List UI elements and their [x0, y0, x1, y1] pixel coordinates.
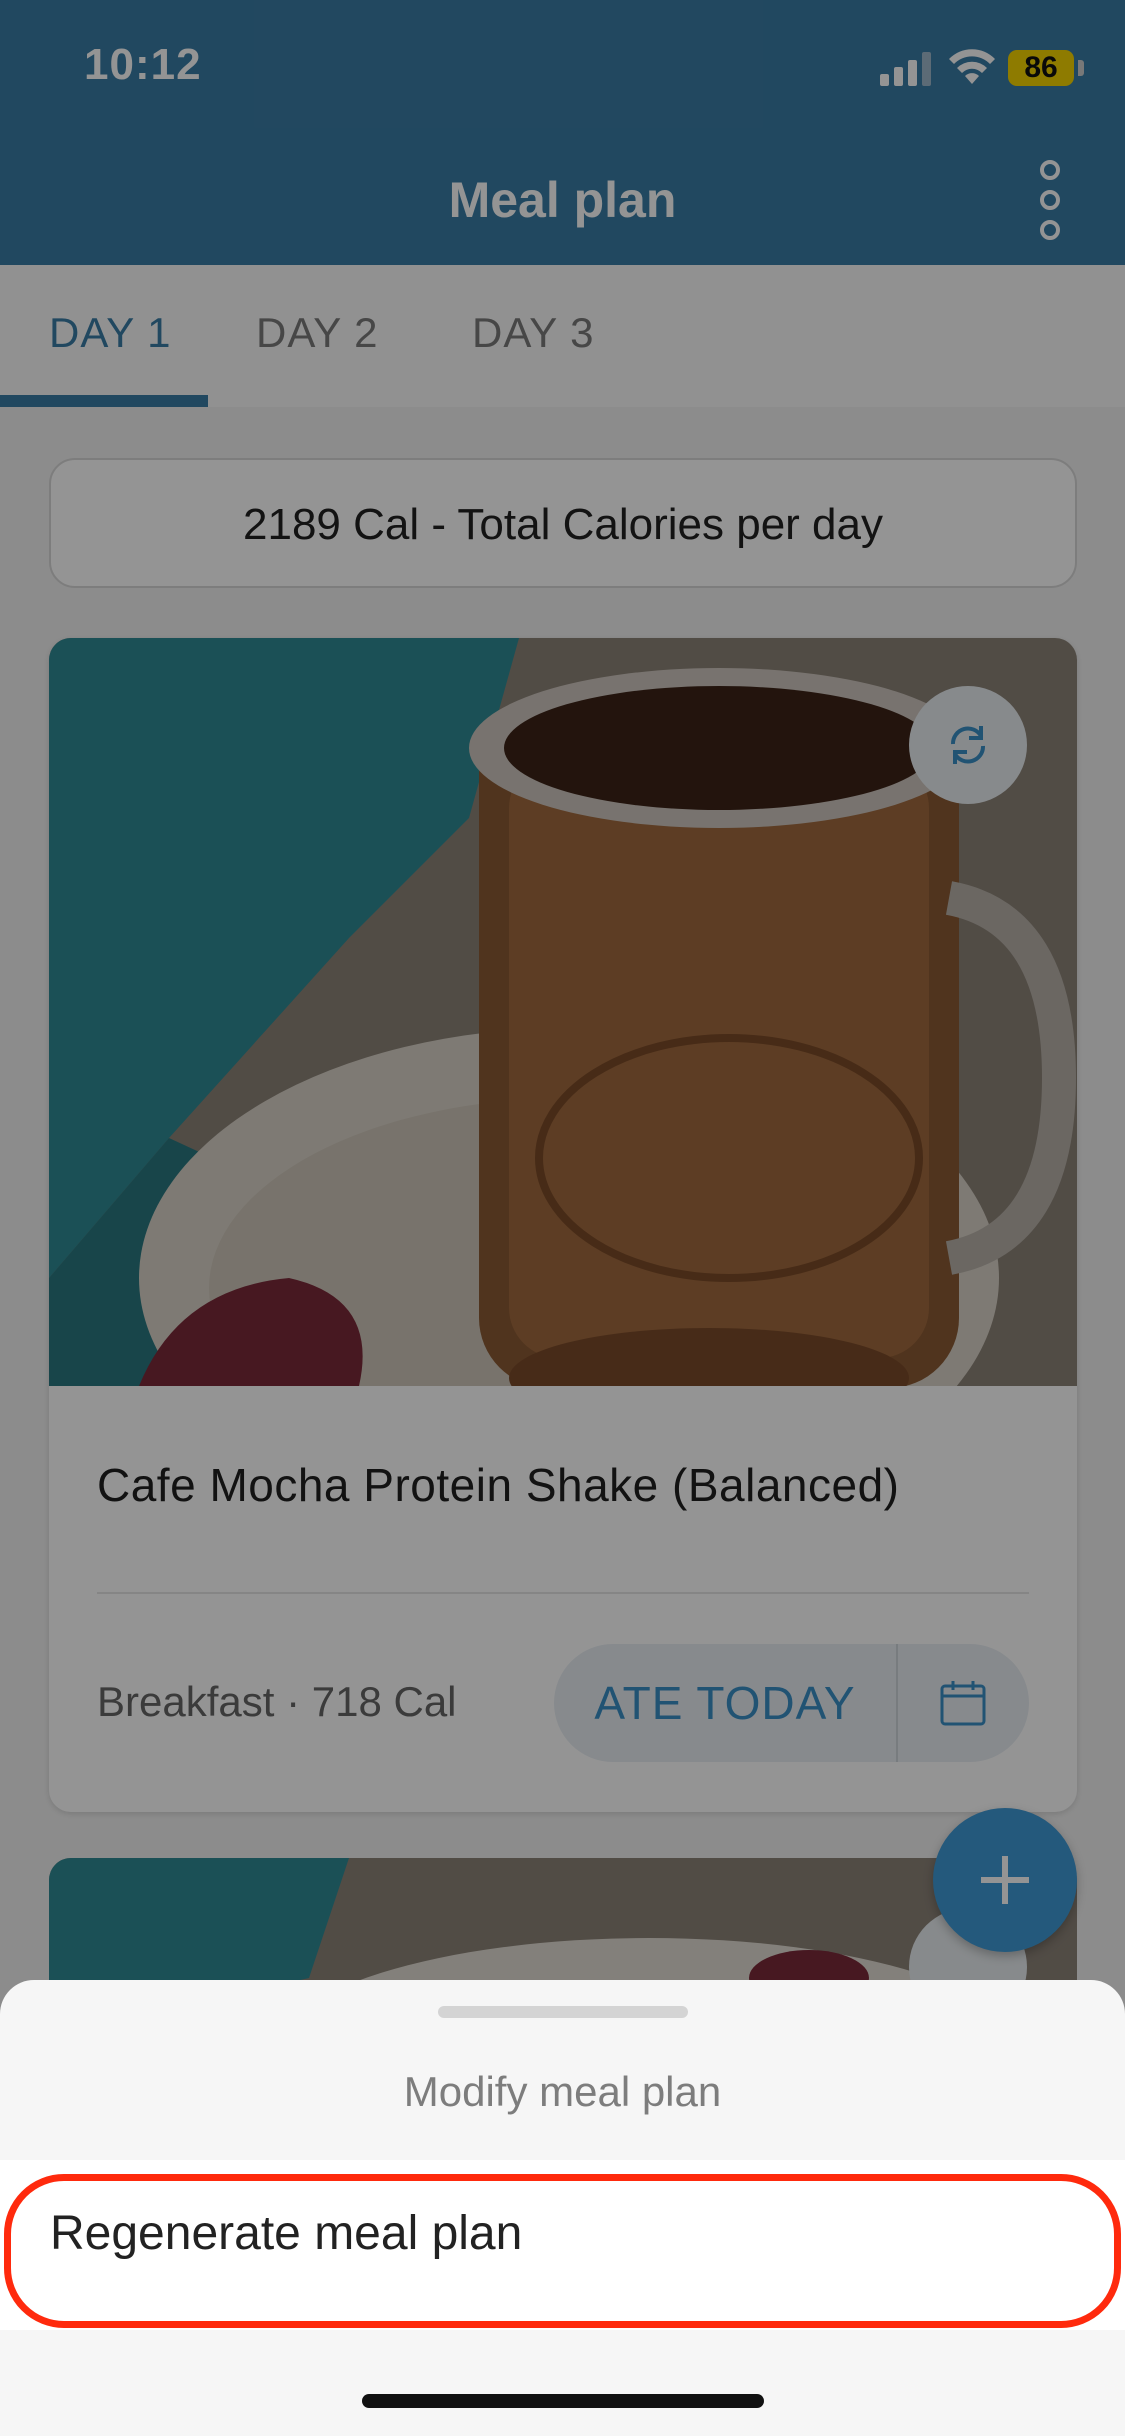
annotation-highlight [4, 2174, 1121, 2328]
home-indicator [362, 2394, 764, 2408]
sheet-grabber[interactable] [438, 2006, 688, 2018]
sheet-title: Modify meal plan [403, 2068, 722, 2115]
